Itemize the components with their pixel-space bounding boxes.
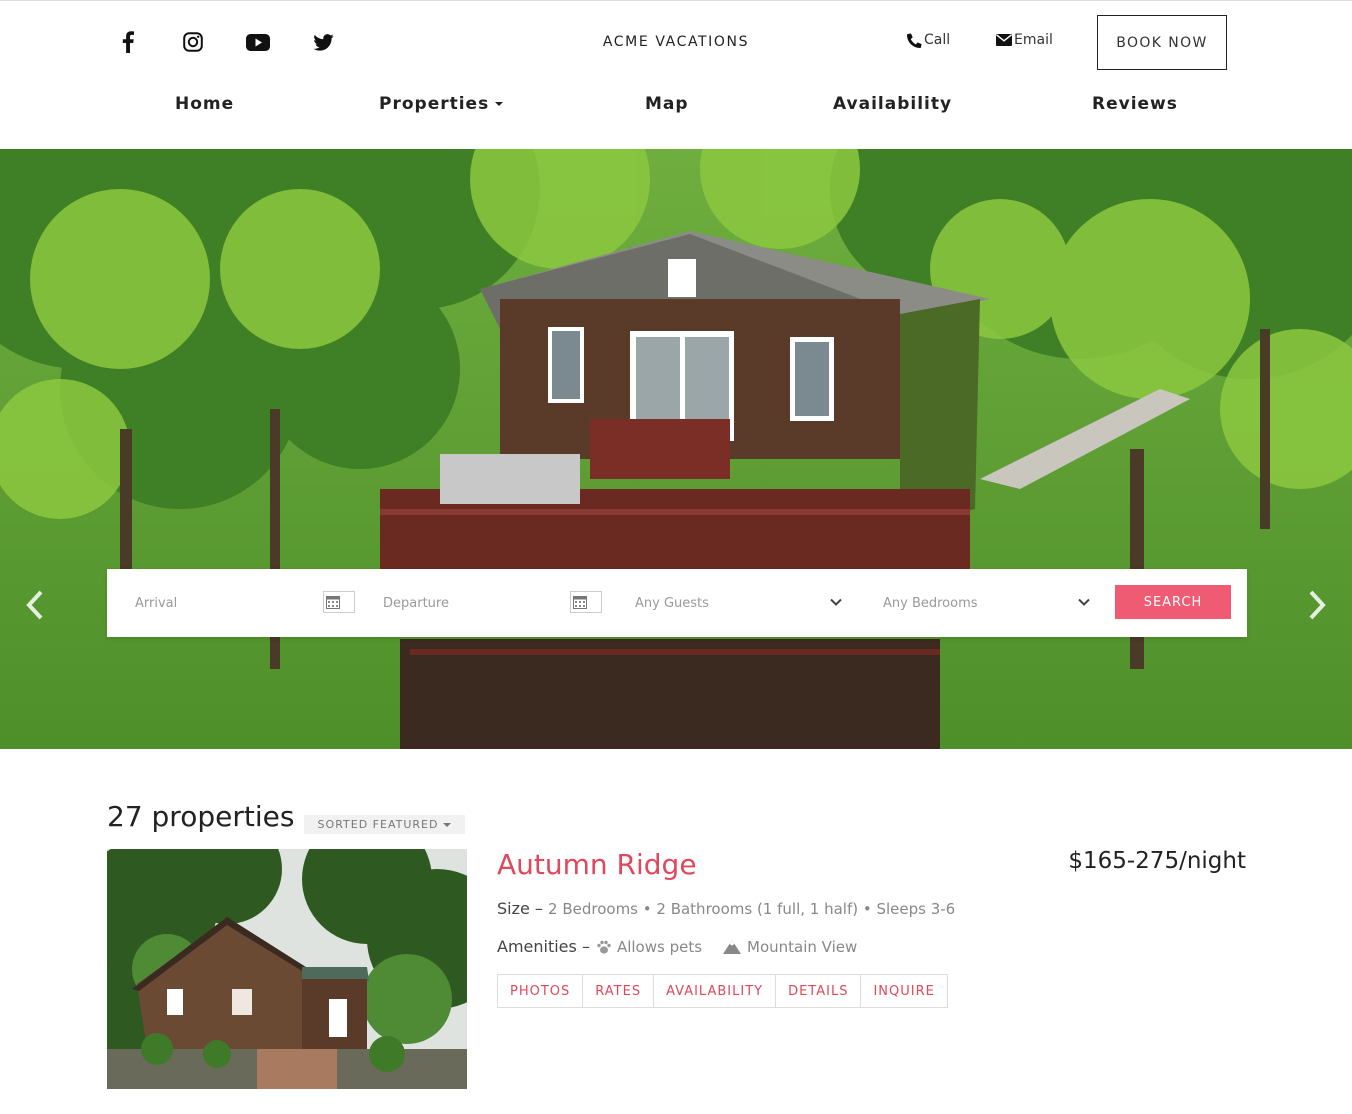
social-links (115, 30, 375, 54)
nav-map[interactable]: Map (645, 94, 689, 114)
email-label: Email (1014, 32, 1053, 48)
details-button[interactable]: DETAILS (776, 975, 862, 1007)
guests-value: Any Guests (635, 595, 709, 611)
paw-icon (597, 940, 611, 954)
departure-placeholder: Departure (383, 595, 449, 611)
top-divider (0, 0, 1352, 1)
arrival-field[interactable]: Arrival (135, 569, 355, 637)
amenity-pets: Allows pets (596, 938, 702, 956)
amenity-mountain-view: Mountain View (722, 938, 857, 956)
amenity-mountain-label: Mountain View (747, 937, 858, 956)
property-count: 27 properties (107, 800, 295, 833)
size-label: Size – (497, 899, 543, 918)
nav-properties-label: Properties (379, 94, 490, 114)
nav-home-label: Home (175, 94, 235, 114)
site-brand[interactable]: ACME VACATIONS (560, 34, 792, 50)
chevron-down-icon (1078, 598, 1090, 606)
carousel-prev-arrow[interactable] (22, 587, 48, 623)
property-actions: PHOTOS RATES AVAILABILITY DETAILS INQUIR… (497, 974, 948, 1008)
property-price: $165-275/night (1068, 848, 1246, 874)
mountain-icon (723, 939, 742, 954)
calendar-icon[interactable] (570, 591, 602, 613)
nav-properties[interactable]: Properties (379, 94, 504, 114)
property-size: Size – 2 Bedrooms • 2 Bathrooms (1 full,… (497, 899, 955, 918)
email-link[interactable]: Email (996, 32, 1053, 48)
calendar-icon[interactable] (323, 591, 355, 613)
property-amenities: Amenities – Allows pets Mountain View (497, 937, 877, 956)
hero-carousel (0, 149, 1352, 749)
availability-button[interactable]: AVAILABILITY (654, 975, 777, 1007)
amenities-label: Amenities – (497, 937, 590, 956)
bedrooms-value: Any Bedrooms (883, 595, 978, 611)
caret-down-icon (443, 822, 452, 827)
nav-reviews[interactable]: Reviews (1092, 94, 1178, 114)
search-bar: Arrival Departure Any Guests Any Bedroom… (107, 569, 1247, 637)
search-button[interactable]: SEARCH (1115, 585, 1231, 619)
nav-availability[interactable]: Availability (833, 94, 952, 114)
call-label: Call (924, 32, 951, 48)
property-thumbnail[interactable] (107, 849, 467, 1089)
size-value: 2 Bedrooms • 2 Bathrooms (1 full, 1 half… (548, 899, 956, 918)
phone-icon (907, 32, 922, 48)
nav-reviews-label: Reviews (1092, 94, 1178, 114)
photos-button[interactable]: PHOTOS (498, 975, 584, 1007)
instagram-icon[interactable] (180, 30, 206, 54)
book-now-button[interactable]: BOOK NOW (1097, 15, 1227, 70)
bedrooms-select[interactable]: Any Bedrooms (883, 569, 1095, 637)
caret-down-icon (495, 102, 504, 106)
nav-home[interactable]: Home (175, 94, 234, 114)
carousel-next-arrow[interactable] (1304, 587, 1330, 623)
nav-availability-label: Availability (833, 94, 953, 114)
twitter-icon[interactable] (310, 30, 336, 54)
sort-label: SORTED FEATURED (317, 818, 439, 831)
facebook-icon[interactable] (115, 30, 141, 54)
inquire-button[interactable]: INQUIRE (861, 975, 946, 1007)
youtube-icon[interactable] (245, 30, 271, 54)
property-title-link[interactable]: Autumn Ridge (497, 848, 697, 881)
amenity-pets-label: Allows pets (616, 937, 703, 956)
chevron-down-icon (830, 598, 842, 606)
rates-button[interactable]: RATES (583, 975, 655, 1007)
arrival-placeholder: Arrival (135, 595, 178, 611)
call-link[interactable]: Call (907, 32, 950, 48)
sort-dropdown[interactable]: SORTED FEATURED (304, 815, 465, 834)
hero-image (0, 149, 1352, 749)
guests-select[interactable]: Any Guests (635, 569, 847, 637)
envelope-icon (996, 34, 1012, 46)
nav-map-label: Map (645, 94, 689, 114)
